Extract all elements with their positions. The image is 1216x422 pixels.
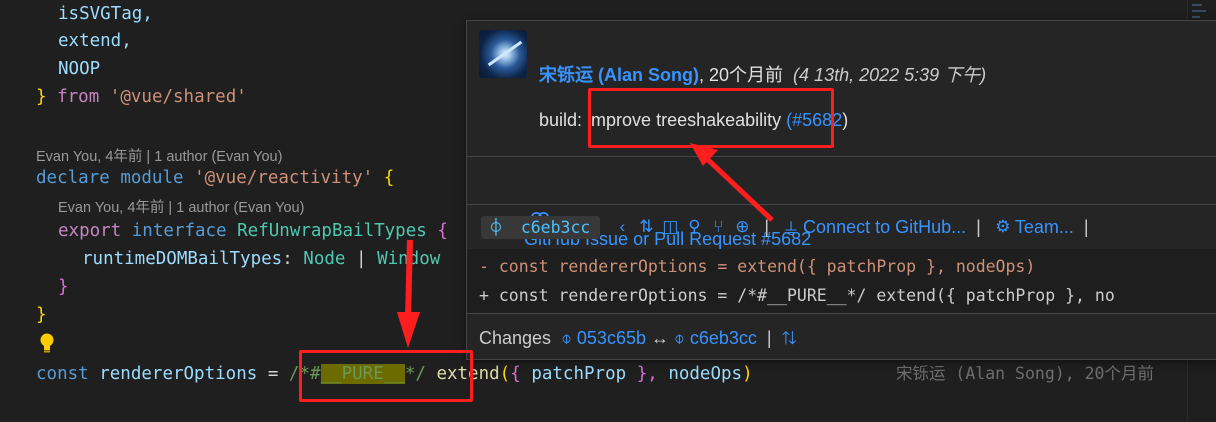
annotation-arrows: [397, 143, 774, 348]
